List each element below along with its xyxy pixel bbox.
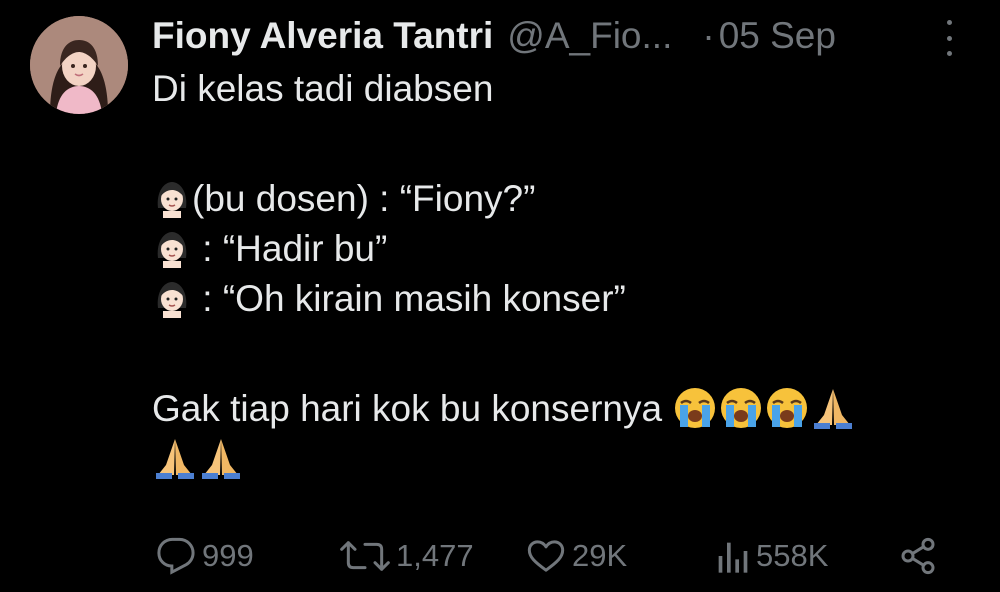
repost-icon	[340, 541, 390, 571]
loudly-crying-face-emoji-icon	[767, 388, 808, 429]
like-count: 29K	[572, 538, 628, 573]
share-icon	[901, 537, 935, 575]
views-button[interactable]: 558K	[714, 532, 828, 580]
meta-separator: ·	[702, 15, 715, 56]
woman-emoji-icon	[157, 232, 187, 269]
reply-button[interactable]: 999	[156, 532, 254, 580]
reply-count: 999	[202, 538, 254, 573]
views-bar-chart-icon	[718, 542, 748, 573]
views-count: 558K	[756, 538, 829, 573]
tweet-date[interactable]: 05 Sep	[719, 15, 836, 57]
reply-icon	[157, 537, 195, 575]
heart-icon	[527, 540, 565, 572]
tweet-line-2: (bu dosen) : “Fiony?”	[152, 174, 972, 224]
tweet-actions: 999 1,477 29K 558K	[0, 532, 1000, 580]
woman-emoji-icon	[157, 182, 187, 219]
author-name[interactable]: Fiony Alveria Tantri	[152, 15, 493, 57]
folded-hands-emoji-icon	[156, 439, 194, 480]
tweet-line-4-text: : “Oh kirain masih konser”	[192, 278, 626, 319]
tweet-line-4: : “Oh kirain masih konser”	[152, 274, 972, 324]
avatar[interactable]	[30, 16, 128, 114]
tweet-line-5: Gak tiap hari kok bu konsernya	[152, 384, 972, 434]
repost-count: 1,477	[396, 538, 474, 573]
tweet-line-1: Di kelas tadi diabsen	[152, 68, 494, 109]
avatar-image	[30, 16, 128, 114]
folded-hands-emoji-icon	[202, 439, 240, 480]
tweet-line-5-text: Gak tiap hari kok bu konsernya	[152, 388, 663, 429]
loudly-crying-face-emoji-icon	[721, 388, 762, 429]
tweet-line-2-text: (bu dosen) : “Fiony?”	[192, 178, 536, 219]
share-button[interactable]	[898, 532, 938, 580]
folded-hands-emoji-icon	[814, 389, 853, 430]
woman-emoji-icon	[157, 282, 187, 319]
like-button[interactable]: 29K	[526, 532, 627, 580]
author-handle[interactable]: @A_Fio...	[507, 15, 672, 57]
tweet-header: Fiony Alveria Tantri @A_Fio... · 05 Sep	[152, 10, 960, 62]
tweet-line-3: : “Hadir bu”	[152, 224, 972, 274]
tweet-line-6	[152, 434, 972, 484]
repost-button[interactable]: 1,477	[340, 532, 474, 580]
more-dots-icon[interactable]	[942, 20, 956, 56]
loudly-crying-face-emoji-icon	[675, 388, 716, 429]
tweet-line-3-text: : “Hadir bu”	[192, 228, 388, 269]
tweet-text: Di kelas tadi diabsen (bu dosen) : “Fion…	[152, 64, 972, 484]
